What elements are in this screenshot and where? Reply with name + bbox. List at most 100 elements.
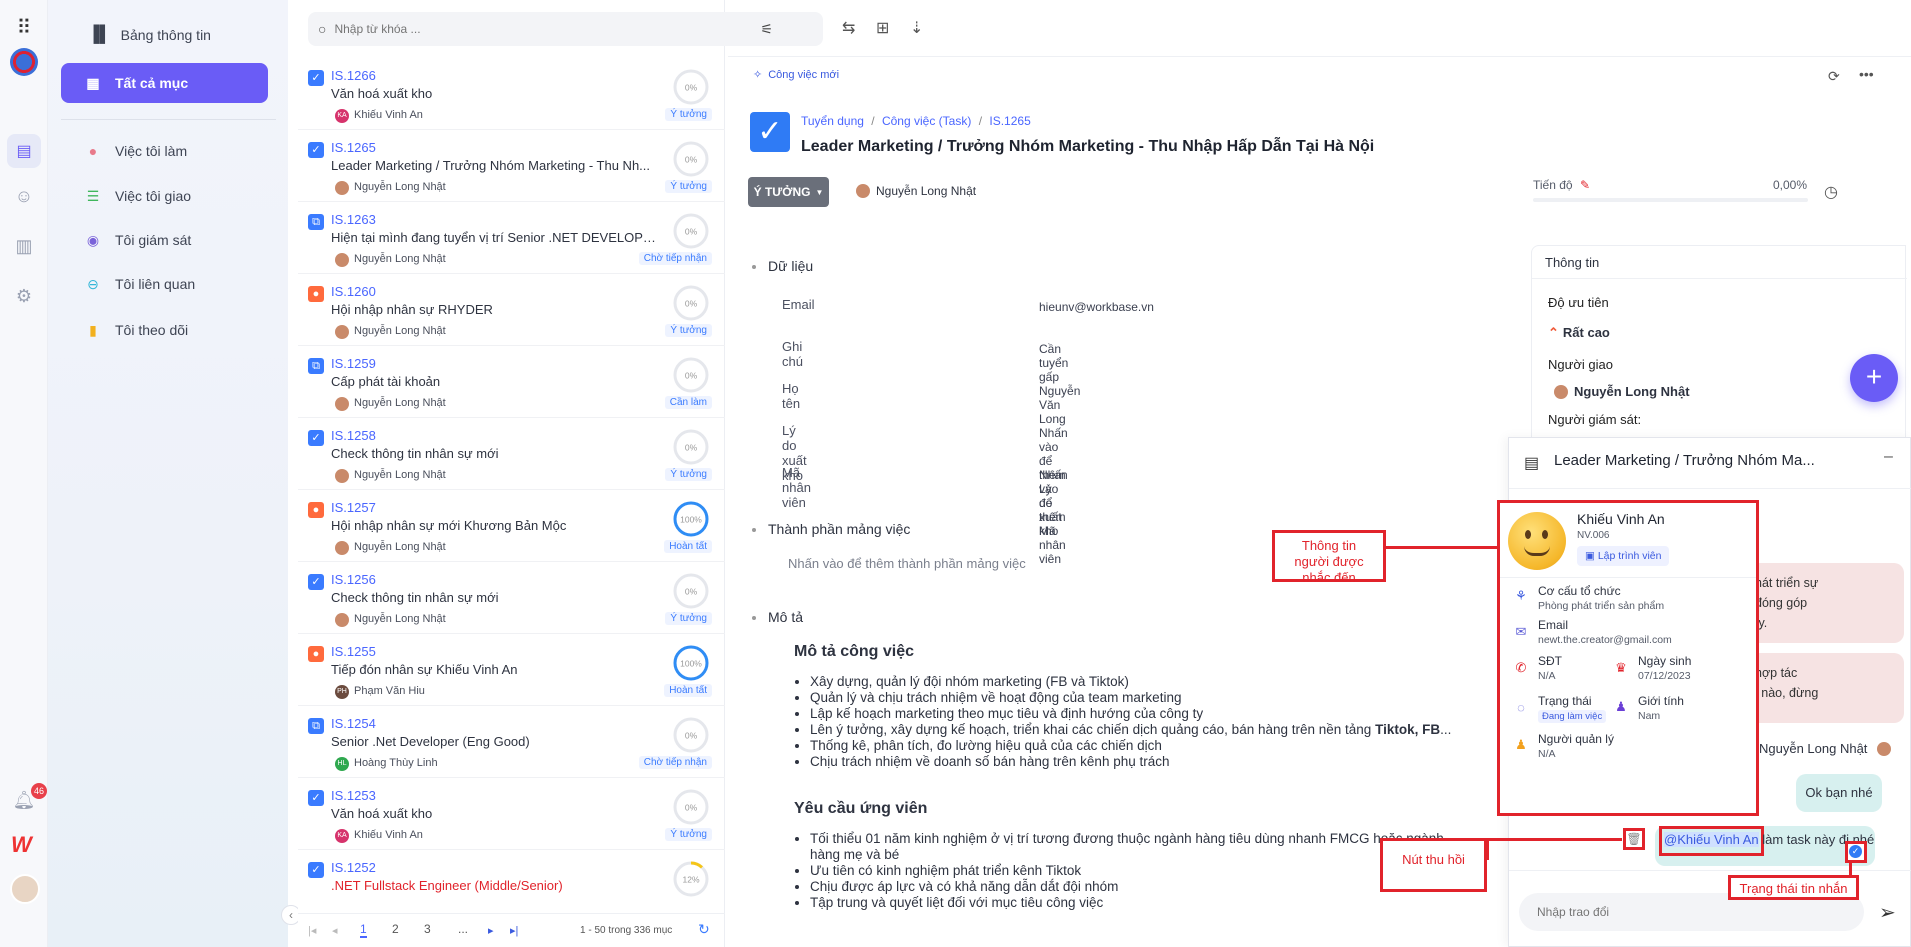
task-title[interactable]: Cấp phát tài khoản [331, 374, 661, 389]
task-title[interactable]: Hiện tại mình đang tuyển vị trí Senior .… [331, 230, 661, 245]
task-code[interactable]: IS.1266 [331, 68, 376, 83]
task-row[interactable]: ● IS.1260 Hội nhập nhân sự RHYDER Nguyễn Lo… [298, 274, 725, 346]
task-row[interactable]: ⧉ IS.1259 Cấp phát tài khoản Nguyễn Long Nh… [298, 346, 725, 418]
task-title[interactable]: .NET Fullstack Engineer (Middle/Senior) [331, 878, 661, 893]
assignee[interactable]: Nguyễn Long Nhật [856, 184, 976, 198]
search-input[interactable] [334, 22, 755, 36]
field-value[interactable]: Cần tuyển gấp [1039, 342, 1068, 384]
clock-icon[interactable]: ◷ [1824, 182, 1838, 202]
email-value: newt.the.creator@gmail.com [1538, 634, 1672, 646]
task-code[interactable]: IS.1255 [331, 644, 376, 659]
task-code[interactable]: IS.1256 [331, 572, 376, 587]
minimize-button[interactable]: – [1884, 448, 1893, 466]
smiley-avatar [1508, 512, 1566, 570]
sidebar-item-related[interactable]: ⊖ Tôi liên quan [61, 264, 268, 304]
task-assignee: Nguyễn Long Nhật [354, 325, 446, 337]
add-button[interactable]: + [1850, 354, 1898, 402]
first-page-icon[interactable]: |◂ [308, 924, 316, 937]
field-value[interactable]: hieunv@workbase.vn [1039, 300, 1154, 314]
inbox-icon[interactable]: ☺ [12, 184, 36, 208]
status-label: Ý TƯỞNG [753, 185, 811, 199]
task-row[interactable]: ✓ IS.1253 Văn hoá xuất kho KA Khiếu Vinh An … [298, 778, 725, 850]
page-3[interactable]: 3 [424, 922, 431, 936]
page-title: Leader Marketing / Trưởng Nhóm Marketing… [801, 138, 1375, 155]
history-icon[interactable]: ⟳ [1828, 68, 1840, 85]
task-row[interactable]: ⧉ IS.1254 Senior .Net Developer (Eng Good)… [298, 706, 725, 778]
field-value[interactable]: Nguyễn Văn Long [1039, 384, 1080, 426]
task-assignee: Nguyễn Long Nhật [354, 397, 446, 409]
assigner[interactable]: Nguyễn Long Nhật [1554, 384, 1690, 399]
task-title[interactable]: Văn hoá xuất kho [331, 806, 661, 821]
task-title[interactable]: Văn hoá xuất kho [331, 86, 661, 101]
last-page-icon[interactable]: ▸| [510, 924, 518, 937]
sidebar-item-follow[interactable]: ▮ Tôi theo dõi [61, 310, 268, 350]
sidebar-dashboard[interactable]: ▐▌ Bảng thông tin [88, 26, 211, 44]
task-row[interactable]: ✓ IS.1256 Check thông tin nhân sự mới Nguyễ… [298, 562, 725, 634]
progress-ring: 0% [673, 213, 709, 249]
task-row[interactable]: ✓ IS.1265 Leader Marketing / Trưởng Nhóm M… [298, 130, 725, 202]
task-code[interactable]: IS.1254 [331, 716, 376, 731]
components-placeholder[interactable]: Nhấn vào để thêm thành phần mảng việc [788, 556, 1026, 571]
page-1[interactable]: 1 [360, 922, 367, 938]
sidebar-item-all[interactable]: ▦ Tất cả mục [61, 63, 268, 103]
trash-icon[interactable]: 🗑︎ [1623, 828, 1645, 850]
avatar [335, 253, 349, 267]
breadcrumb-item[interactable]: Công việc (Task) [882, 114, 971, 128]
task-title[interactable]: Hội nhập nhân sự mới Khương Bản Mộc [331, 518, 661, 533]
priority-value[interactable]: ⌃ Rất cao [1548, 325, 1610, 341]
task-row[interactable]: ⧉ IS.1263 Hiện tại mình đang tuyển vị trí … [298, 202, 725, 274]
task-row[interactable]: ● IS.1255 Tiếp đón nhân sự Khiếu Vinh An PH… [298, 634, 725, 706]
task-code[interactable]: IS.1260 [331, 284, 376, 299]
breadcrumb-item[interactable]: IS.1265 [989, 114, 1030, 128]
task-row[interactable]: ✓ IS.1266 Văn hoá xuất kho KA Khiếu Vinh An … [298, 58, 725, 130]
task-title[interactable]: Check thông tin nhân sự mới [331, 446, 661, 461]
app-grid-icon[interactable]: ⠿ [12, 15, 36, 39]
tasks-icon[interactable]: ▤ [7, 134, 41, 168]
chart-icon[interactable]: ▥ [12, 234, 36, 258]
brand-w-icon: W [11, 832, 32, 857]
avatar[interactable] [10, 874, 40, 904]
task-title[interactable]: Hội nhập nhân sự RHYDER [331, 302, 661, 317]
status-badge: Ý tưởng [665, 108, 712, 121]
task-code[interactable]: IS.1257 [331, 500, 376, 515]
task-code[interactable]: IS.1263 [331, 212, 376, 227]
task-row[interactable]: ● IS.1257 Hội nhập nhân sự mới Khương Bản … [298, 490, 725, 562]
breadcrumb-item[interactable]: Tuyển dụng [801, 114, 864, 128]
status-dropdown[interactable]: Ý TƯỞNG ▼ [748, 177, 829, 207]
settings-icon[interactable]: ⚙ [12, 284, 36, 308]
status-badge: Cần làm [664, 396, 712, 409]
task-title[interactable]: Tiếp đón nhân sự Khiếu Vinh An [331, 662, 661, 677]
mention-chip[interactable]: @Khiếu Vinh An [1664, 832, 1759, 847]
new-task-button[interactable]: ✧ Công việc mới [753, 68, 839, 82]
progress-text: 0% [685, 227, 698, 237]
message-status: ✓ [1845, 841, 1867, 863]
sidebar-item-assigned[interactable]: ☰ Việc tôi giao [61, 176, 268, 216]
task-code[interactable]: IS.1258 [331, 428, 376, 443]
chat-title: Leader Marketing / Trưởng Nhóm Ma... [1554, 452, 1815, 469]
more-icon[interactable]: ••• [1859, 66, 1874, 82]
bar-chart-icon: ▐▌ [88, 26, 111, 43]
desc-item: Lên ý tưởng, xây dựng kế hoạch, triển kh… [810, 722, 1550, 738]
next-page-icon[interactable]: ▸ [488, 924, 494, 937]
phone-label: SĐT [1538, 654, 1562, 668]
send-icon[interactable]: ➢ [1879, 900, 1896, 925]
task-code[interactable]: IS.1259 [331, 356, 376, 371]
task-title[interactable]: Leader Marketing / Trưởng Nhóm Marketing… [331, 158, 661, 173]
task-code[interactable]: IS.1252 [331, 860, 376, 875]
briefcase-icon: ▣ [1585, 550, 1598, 562]
field-value[interactable]: Nhấn vào để thêm Mã nhân viên [1039, 468, 1068, 566]
task-code[interactable]: IS.1265 [331, 140, 376, 155]
task-code[interactable]: IS.1253 [331, 788, 376, 803]
task-row[interactable]: ✓ IS.1258 Check thông tin nhân sự mới Nguyễ… [298, 418, 725, 490]
annotation-line [1486, 838, 1622, 841]
task-title[interactable]: Check thông tin nhân sự mới [331, 590, 661, 605]
task-title[interactable]: Senior .Net Developer (Eng Good) [331, 734, 661, 749]
edit-icon[interactable]: ✎ [1580, 178, 1590, 192]
sidebar-item-supervise[interactable]: ◉ Tôi giám sát [61, 220, 268, 260]
prev-page-icon[interactable]: ◂ [332, 924, 338, 937]
avatar [856, 184, 870, 198]
task-row[interactable]: ✓ IS.1252 .NET Fullstack Engineer (Middle/… [298, 850, 725, 913]
sidebar-item-my-work[interactable]: ● Việc tôi làm [61, 131, 268, 171]
page-2[interactable]: 2 [392, 922, 399, 936]
refresh-icon[interactable]: ↻ [698, 921, 710, 938]
